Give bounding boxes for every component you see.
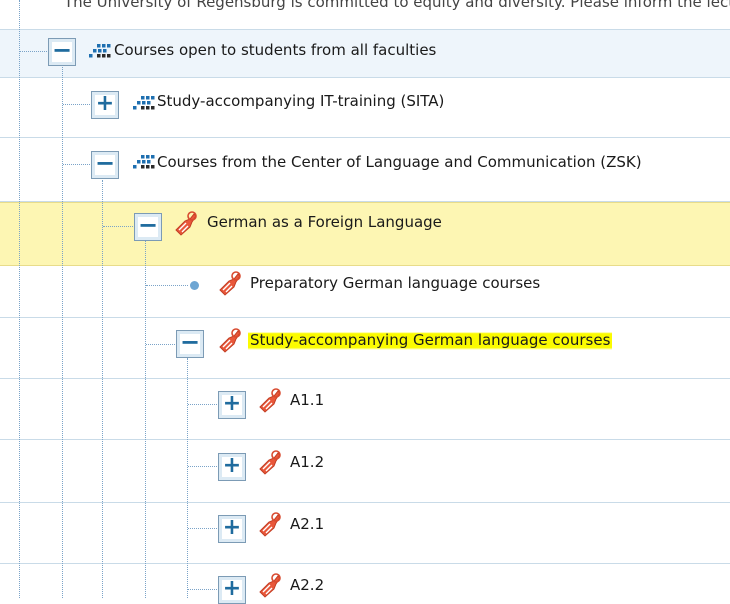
course-tag-icon bbox=[259, 512, 281, 537]
tree-node-label[interactable]: A2.2 bbox=[290, 575, 324, 595]
collapse-button[interactable]: − bbox=[48, 38, 76, 66]
tree-node-label[interactable]: A1.1 bbox=[290, 390, 324, 410]
tree-branch-line bbox=[188, 528, 217, 529]
tree-node-label[interactable]: Preparatory German language courses bbox=[250, 273, 540, 293]
course-tag-icon bbox=[259, 388, 281, 413]
tree-row-bg bbox=[0, 440, 730, 503]
tree-branch-line bbox=[146, 344, 175, 345]
tree-node-label-highlighted[interactable]: Study-accompanying German language cours… bbox=[248, 330, 613, 350]
expand-button[interactable]: + bbox=[218, 391, 246, 419]
course-tag-icon bbox=[259, 450, 281, 475]
tree-guide-line bbox=[145, 240, 146, 598]
expand-button[interactable]: + bbox=[218, 576, 246, 604]
module-grid-icon bbox=[133, 155, 155, 169]
tree-node-label[interactable]: Study-accompanying IT-training (SITA) bbox=[157, 91, 444, 111]
tree-branch-line bbox=[63, 104, 90, 105]
course-tag-icon bbox=[259, 573, 281, 598]
module-grid-icon bbox=[89, 44, 111, 58]
tree-guide-line bbox=[62, 64, 63, 598]
tree-guide-line bbox=[187, 358, 188, 598]
tree-branch-line bbox=[103, 226, 133, 227]
tree-node-label[interactable]: German as a Foreign Language bbox=[207, 212, 442, 232]
tree-guide-line bbox=[19, 0, 20, 598]
tree-row-bg bbox=[0, 379, 730, 440]
module-grid-icon bbox=[133, 96, 155, 110]
course-tag-icon bbox=[219, 271, 241, 296]
tree-node-label[interactable]: A2.1 bbox=[290, 514, 324, 534]
tree-row-bg bbox=[0, 503, 730, 564]
expand-button[interactable]: + bbox=[218, 453, 246, 481]
tree-node-label[interactable]: Courses from the Center of Language and … bbox=[157, 152, 642, 172]
collapse-button[interactable]: − bbox=[176, 330, 204, 358]
expand-button[interactable]: + bbox=[91, 91, 119, 119]
collapse-button[interactable]: − bbox=[91, 151, 119, 179]
leaf-bullet-icon bbox=[190, 281, 199, 290]
tree-branch-line bbox=[63, 164, 90, 165]
expand-button[interactable]: + bbox=[218, 515, 246, 543]
intro-text: The University of Regensburg is committe… bbox=[64, 0, 730, 11]
tree-branch-line bbox=[188, 466, 217, 467]
tree-node-label[interactable]: A1.2 bbox=[290, 452, 324, 472]
course-tag-icon bbox=[175, 211, 197, 236]
tree-guide-line bbox=[102, 180, 103, 598]
tree-branch-line bbox=[146, 285, 188, 286]
tree-branch-line bbox=[188, 589, 217, 590]
tree-branch-line bbox=[20, 51, 47, 52]
tree-node-label[interactable]: Courses open to students from all facult… bbox=[114, 40, 436, 60]
tree-branch-line bbox=[188, 404, 217, 405]
collapse-button[interactable]: − bbox=[134, 213, 162, 241]
course-tag-icon bbox=[219, 328, 241, 353]
